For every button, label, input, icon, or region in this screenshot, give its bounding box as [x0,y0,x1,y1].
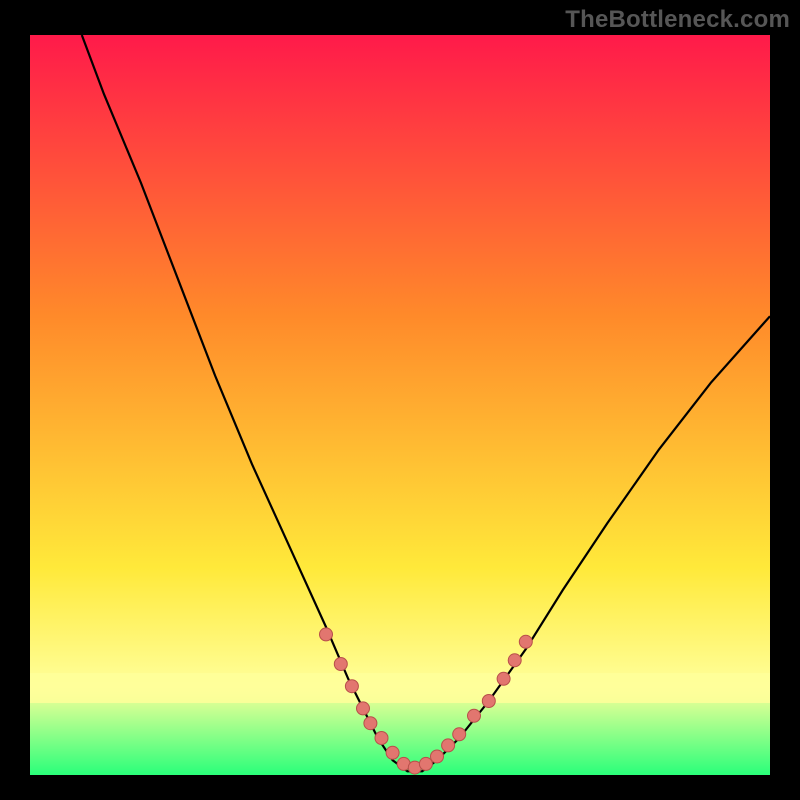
bottleneck-chart [30,35,770,775]
dot [419,757,432,770]
dot [508,654,521,667]
gradient-background [30,35,770,775]
dot [497,672,510,685]
pale-band [30,673,770,703]
chart-frame [30,35,770,775]
dot [375,732,388,745]
dot [334,658,347,671]
dot [320,628,333,641]
dot [431,750,444,763]
dot [482,695,495,708]
dot [386,746,399,759]
dot [442,739,455,752]
dot [519,635,532,648]
dot [345,680,358,693]
dot [357,702,370,715]
dot [364,717,377,730]
dot [468,709,481,722]
watermark-text: TheBottleneck.com [565,6,790,34]
dot [453,728,466,741]
